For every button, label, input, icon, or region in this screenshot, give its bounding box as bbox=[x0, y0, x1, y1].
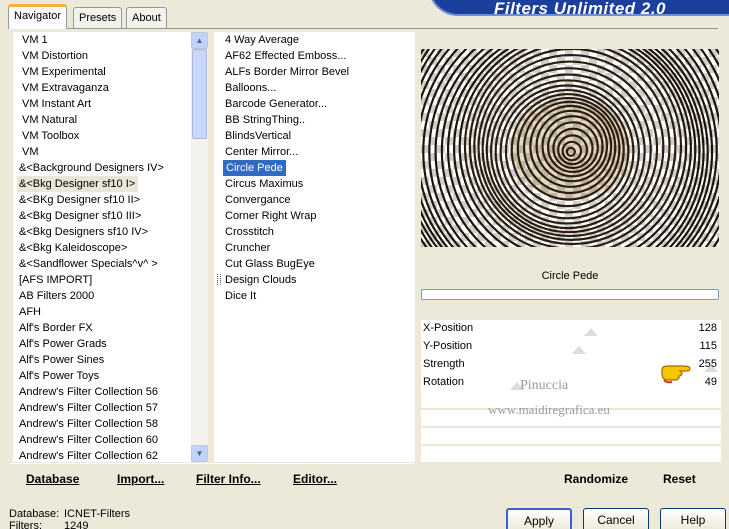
database-value: ICNET-Filters bbox=[64, 508, 130, 520]
filter-item[interactable]: BlindsVertical bbox=[223, 128, 415, 144]
category-item[interactable]: VM Instant Art bbox=[17, 96, 191, 112]
filter-item[interactable]: Center Mirror... bbox=[223, 144, 415, 160]
category-item[interactable]: Alf's Power Sines bbox=[17, 352, 191, 368]
category-list[interactable]: VM 1 VM Distortion VM Experimental VM Extra… bbox=[13, 32, 191, 462]
filters-count-label: Filters: bbox=[9, 520, 42, 529]
category-item[interactable]: AFH bbox=[17, 304, 191, 320]
tab-navigator[interactable]: Navigator bbox=[8, 4, 68, 29]
filter-item[interactable]: Dice It bbox=[223, 288, 415, 304]
filter-item[interactable]: Corner Right Wrap bbox=[223, 208, 415, 224]
reset-button[interactable]: Reset bbox=[663, 472, 696, 486]
database-label: Database: bbox=[9, 508, 60, 520]
category-item[interactable]: Andrew's Filter Collection 56 bbox=[17, 384, 191, 400]
filter-item[interactable]: Barcode Generator... bbox=[223, 96, 415, 112]
filter-info-button[interactable]: Filter Info... bbox=[196, 472, 261, 486]
slider-value: 255 bbox=[698, 358, 717, 370]
apply-button[interactable]: Apply bbox=[506, 508, 572, 529]
scroll-thumb[interactable] bbox=[192, 49, 207, 139]
effect-preview bbox=[421, 49, 719, 247]
tab-presets[interactable]: Presets bbox=[73, 7, 123, 28]
scroll-up-button[interactable]: ▲ bbox=[191, 32, 208, 49]
filter-item[interactable]: Balloons... bbox=[223, 80, 415, 96]
filter-item[interactable]: BB StringThing.. bbox=[223, 112, 415, 128]
category-item[interactable]: Alf's Border FX bbox=[17, 320, 191, 336]
category-item[interactable]: &<BKg Designer sf10 II> bbox=[17, 192, 191, 208]
category-item[interactable]: Andrew's Filter Collection 58 bbox=[17, 416, 191, 432]
effect-name: Circle Pede bbox=[421, 266, 719, 286]
progress-bar bbox=[421, 289, 719, 300]
category-item[interactable]: &<Bkg Designer sf10 I> bbox=[17, 176, 139, 192]
filters-unlimited-banner: Filters Unlimited 2.0 bbox=[428, 0, 729, 18]
filter-item[interactable]: Cruncher bbox=[223, 240, 415, 256]
filter-item[interactable]: 4 Way Average bbox=[223, 32, 415, 48]
slider-thumb[interactable] bbox=[584, 328, 599, 336]
empty-slider-row bbox=[421, 446, 721, 462]
category-item[interactable]: &<Bkg Designer sf10 III> bbox=[17, 208, 191, 224]
pointing-hand-icon bbox=[660, 362, 696, 387]
editor-button[interactable]: Editor... bbox=[293, 472, 337, 486]
category-item[interactable]: VM Natural bbox=[17, 112, 191, 128]
tab-about[interactable]: About bbox=[126, 7, 167, 28]
chevron-down-icon: ▼ bbox=[195, 449, 204, 458]
filter-item[interactable]: Convergance bbox=[223, 192, 415, 208]
category-item[interactable]: Andrew's Filter Collection 62 bbox=[17, 448, 191, 462]
filter-item[interactable]: Circle Pede bbox=[223, 160, 286, 176]
slider-thumb[interactable] bbox=[572, 346, 587, 354]
tab-divider bbox=[8, 28, 718, 29]
drag-grip-icon bbox=[217, 274, 221, 285]
category-scrollbar[interactable]: ▲ ▼ bbox=[191, 32, 208, 462]
slider-value: 49 bbox=[704, 376, 717, 388]
watermark-url: www.maidiregrafica.eu bbox=[488, 402, 610, 417]
filter-list[interactable]: 4 Way Average AF62 Effected Emboss... ALFs… bbox=[214, 32, 415, 462]
slider-label: X-Position bbox=[423, 322, 474, 334]
banner-title: Filters Unlimited 2.0 bbox=[493, 0, 667, 18]
filter-item[interactable]: Crosstitch bbox=[223, 224, 415, 240]
slider-x-position[interactable]: X-Position 128 bbox=[421, 320, 721, 338]
filter-item[interactable]: Circus Maximus bbox=[223, 176, 415, 192]
category-item[interactable]: Andrew's Filter Collection 60 bbox=[17, 432, 191, 448]
category-item[interactable]: Andrew's Filter Collection 57 bbox=[17, 400, 191, 416]
help-button[interactable]: Help bbox=[660, 508, 726, 529]
empty-slider-row bbox=[421, 428, 721, 444]
watermark-name: Pinuccia bbox=[520, 378, 569, 393]
category-item[interactable]: VM Toolbox bbox=[17, 128, 191, 144]
filter-item[interactable]: AF62 Effected Emboss... bbox=[223, 48, 415, 64]
chevron-up-icon: ▲ bbox=[195, 36, 204, 45]
import-button[interactable]: Import... bbox=[117, 472, 164, 486]
category-item[interactable]: Alf's Power Toys bbox=[17, 368, 191, 384]
filter-item[interactable]: Design Clouds bbox=[223, 272, 415, 288]
database-button[interactable]: Database bbox=[26, 472, 79, 486]
category-item[interactable]: &<Bkg Kaleidoscope> bbox=[17, 240, 191, 256]
filter-item[interactable]: Cut Glass BugEye bbox=[223, 256, 415, 272]
category-item[interactable]: Alf's Power Grads bbox=[17, 336, 191, 352]
category-item[interactable]: &<Sandflower Specials^v^ > bbox=[17, 256, 191, 272]
slider-y-position[interactable]: Y-Position 115 bbox=[421, 338, 721, 356]
slider-value: 128 bbox=[698, 322, 717, 334]
cancel-button[interactable]: Cancel bbox=[583, 508, 649, 529]
category-item[interactable]: &<Background Designers IV> bbox=[17, 160, 191, 176]
category-item[interactable]: VM Extravaganza bbox=[17, 80, 191, 96]
category-item[interactable]: &<Bkg Designers sf10 IV> bbox=[17, 224, 191, 240]
randomize-button[interactable]: Randomize bbox=[564, 472, 628, 486]
filter-item[interactable]: ALFs Border Mirror Bevel bbox=[223, 64, 415, 80]
scroll-down-button[interactable]: ▼ bbox=[191, 445, 208, 462]
category-item[interactable]: VM 1 bbox=[17, 32, 191, 48]
category-item[interactable]: AB Filters 2000 bbox=[17, 288, 191, 304]
slider-value: 115 bbox=[699, 340, 717, 352]
category-item[interactable]: VM Distortion bbox=[17, 48, 191, 64]
slider-label: Strength bbox=[423, 358, 465, 370]
slider-label: Rotation bbox=[423, 376, 464, 388]
slider-label: Y-Position bbox=[423, 340, 473, 352]
category-item[interactable]: [AFS IMPORT] bbox=[17, 272, 191, 288]
filters-count-value: 1249 bbox=[64, 520, 89, 529]
category-item[interactable]: VM bbox=[17, 144, 191, 160]
category-item[interactable]: VM Experimental bbox=[17, 64, 191, 80]
